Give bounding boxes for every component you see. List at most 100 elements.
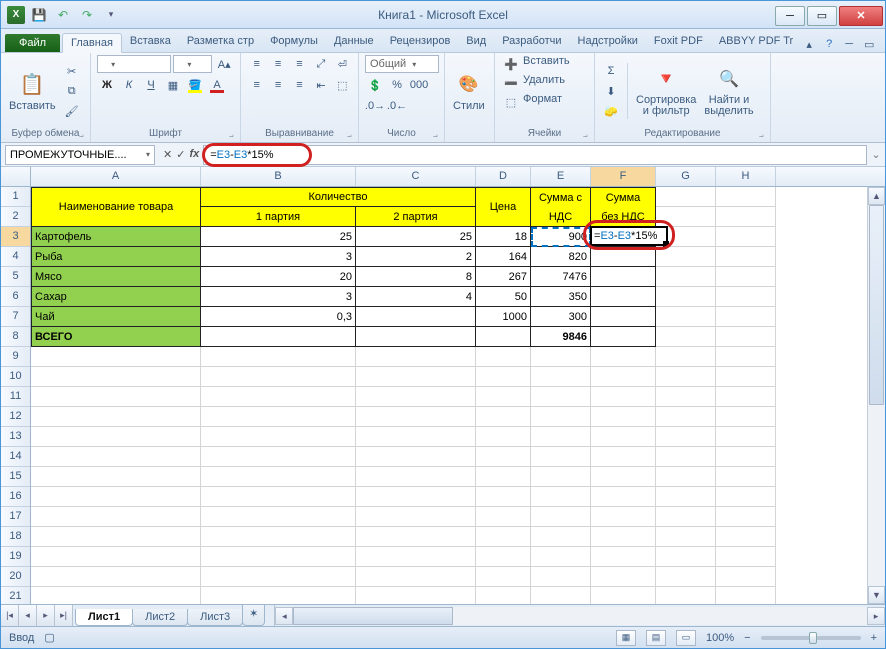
cell-name-6[interactable]: Чай (31, 307, 201, 327)
sheet-nav-last-icon[interactable]: ▸| (55, 605, 73, 626)
clear-icon[interactable]: 🧽 (601, 102, 621, 120)
new-sheet-button[interactable]: ✶ (242, 605, 265, 626)
format-cells-icon[interactable]: ⬚ (501, 93, 521, 111)
cell-F5[interactable] (591, 267, 656, 287)
header-p1[interactable]: 1 партия (201, 207, 356, 227)
align-left-icon[interactable]: ≡ (247, 76, 266, 94)
fill-handle[interactable] (663, 241, 669, 247)
cell-H16[interactable] (716, 487, 776, 507)
doc-minimize-icon[interactable]: ─ (841, 36, 857, 52)
cell-B13[interactable] (201, 427, 356, 447)
row-header-10[interactable]: 10 (1, 367, 30, 387)
cell-p1-6[interactable]: 0,3 (201, 307, 356, 327)
col-header-A[interactable]: A (31, 167, 201, 186)
inc-decimal-icon[interactable]: .0→ (365, 97, 385, 115)
cell-p2-5[interactable]: 4 (356, 287, 476, 307)
cell-H2[interactable] (716, 207, 776, 227)
cell-C12[interactable] (356, 407, 476, 427)
cell-G6[interactable] (656, 287, 716, 307)
tab-file[interactable]: Файл (5, 34, 60, 52)
active-cell-editor[interactable]: =E3-E3*15% (590, 226, 668, 246)
formula-enter-icon[interactable]: ✓ (176, 148, 185, 161)
cell-D17[interactable] (476, 507, 531, 527)
cell-F18[interactable] (591, 527, 656, 547)
cell-B15[interactable] (201, 467, 356, 487)
cell-H10[interactable] (716, 367, 776, 387)
cell-G5[interactable] (656, 267, 716, 287)
cell-C20[interactable] (356, 567, 476, 587)
cell-A13[interactable] (31, 427, 201, 447)
cell-D19[interactable] (476, 547, 531, 567)
maximize-button[interactable]: ▭ (807, 6, 837, 26)
cell-E15[interactable] (531, 467, 591, 487)
cell-name-2[interactable]: Картофель (31, 227, 201, 247)
cell-p1-5[interactable]: 3 (201, 287, 356, 307)
qat-save-icon[interactable]: 💾 (29, 5, 49, 25)
formula-expand-icon[interactable]: ⌄ (867, 148, 885, 161)
cell-name-5[interactable]: Сахар (31, 287, 201, 307)
cell-H13[interactable] (716, 427, 776, 447)
header-qty[interactable]: Количество (201, 187, 476, 207)
cell-D13[interactable] (476, 427, 531, 447)
cell-H14[interactable] (716, 447, 776, 467)
cell-H17[interactable] (716, 507, 776, 527)
cell-B19[interactable] (201, 547, 356, 567)
currency-icon[interactable]: 💲 (365, 76, 385, 94)
cell-C14[interactable] (356, 447, 476, 467)
cell-A17[interactable] (31, 507, 201, 527)
name-box-dropdown-icon[interactable]: ▾ (146, 150, 150, 159)
view-pagelayout-icon[interactable]: ▤ (646, 630, 666, 646)
help-icon[interactable]: ? (821, 36, 837, 52)
cell-D18[interactable] (476, 527, 531, 547)
view-normal-icon[interactable]: ▦ (616, 630, 636, 646)
cell-G10[interactable] (656, 367, 716, 387)
row-header-1[interactable]: 1 (1, 187, 30, 207)
cell-D12[interactable] (476, 407, 531, 427)
font-family-combo[interactable]: ▾ (97, 55, 171, 73)
header-p2[interactable]: 2 партия (356, 207, 476, 227)
cell-D9[interactable] (476, 347, 531, 367)
cell-F8[interactable] (591, 327, 656, 347)
qat-redo-icon[interactable]: ↷ (77, 5, 97, 25)
cell-C18[interactable] (356, 527, 476, 547)
ribbon-minimize-icon[interactable]: ▴ (801, 36, 817, 52)
cell-H4[interactable] (716, 247, 776, 267)
indent-dec-icon[interactable]: ⇤ (311, 76, 330, 94)
header-name[interactable]: Наименование товара (31, 187, 201, 227)
qat-undo-icon[interactable]: ↶ (53, 5, 73, 25)
cell-name-3[interactable]: Рыба (31, 247, 201, 267)
cell-A12[interactable] (31, 407, 201, 427)
cell-H3[interactable] (716, 227, 776, 247)
cell-B8[interactable] (201, 327, 356, 347)
tab-4[interactable]: Данные (326, 32, 382, 52)
copy-icon[interactable]: ⧉ (62, 82, 82, 100)
sort-filter-button[interactable]: 🔻 Сортировка и фильтр (634, 63, 698, 119)
view-pagebreak-icon[interactable]: ▭ (676, 630, 696, 646)
tab-0[interactable]: Главная (62, 33, 122, 53)
cell-A19[interactable] (31, 547, 201, 567)
col-header-G[interactable]: G (656, 167, 716, 186)
cell-F19[interactable] (591, 547, 656, 567)
borders-icon[interactable]: ▦ (163, 76, 183, 94)
cell-C15[interactable] (356, 467, 476, 487)
cell-F13[interactable] (591, 427, 656, 447)
cell-H21[interactable] (716, 587, 776, 604)
zoom-level[interactable]: 100% (706, 632, 734, 644)
col-header-F[interactable]: F (591, 167, 656, 186)
vscroll-thumb[interactable] (869, 205, 884, 405)
cell-H19[interactable] (716, 547, 776, 567)
cell-G19[interactable] (656, 547, 716, 567)
cell-p1-3[interactable]: 3 (201, 247, 356, 267)
align-bottom-icon[interactable]: ≡ (290, 55, 309, 73)
cell-A21[interactable] (31, 587, 201, 604)
cell-H8[interactable] (716, 327, 776, 347)
cell-E20[interactable] (531, 567, 591, 587)
cell-E11[interactable] (531, 387, 591, 407)
cell-A15[interactable] (31, 467, 201, 487)
cell-H7[interactable] (716, 307, 776, 327)
cell-E21[interactable] (531, 587, 591, 604)
bold-button[interactable]: Ж (97, 76, 117, 94)
fx-icon[interactable]: fx (189, 148, 199, 161)
header-sum-nds-1[interactable]: Сумма с (531, 187, 591, 207)
cell-E9[interactable] (531, 347, 591, 367)
